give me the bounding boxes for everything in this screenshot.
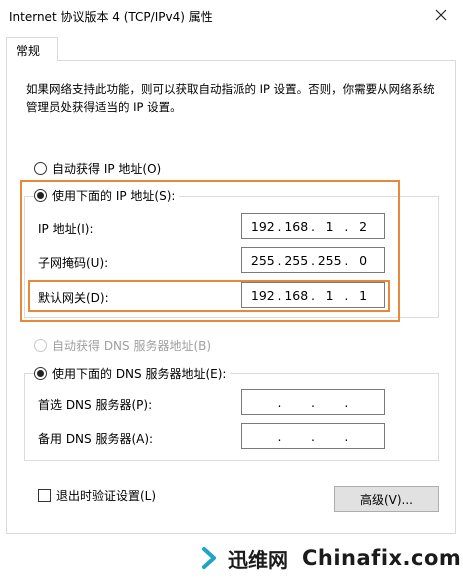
description-text: 如果网络支持此功能，则可以获取自动指派的 IP 设置。否则，你需要从网络系统管理… xyxy=(26,82,435,114)
watermark-en: Chinafix.com xyxy=(302,546,462,570)
preferred-dns-input[interactable]: . . . xyxy=(241,389,385,415)
preferred-dns-label: 首选 DNS 服务器(P): xyxy=(38,398,153,412)
manual-dns-radio[interactable]: 使用下面的 DNS 服务器地址(E): xyxy=(34,365,231,382)
tab-general[interactable]: 常规 xyxy=(6,37,58,61)
alternate-dns-input[interactable]: . . . xyxy=(241,423,385,449)
watermark-cn: 迅维网 xyxy=(228,547,288,572)
auto-ip-radio-circle[interactable] xyxy=(34,162,47,175)
close-icon xyxy=(435,9,447,21)
auto-dns-radio[interactable]: 自动获得 DNS 服务器地址(B) xyxy=(34,337,211,354)
auto-ip-radio[interactable]: 自动获得 IP 地址(O) xyxy=(34,160,161,177)
manual-dns-radio-circle[interactable] xyxy=(34,367,47,380)
auto-ip-label: 自动获得 IP 地址(O) xyxy=(52,162,162,176)
close-button[interactable] xyxy=(419,0,463,30)
advanced-button[interactable]: 高级(V)... xyxy=(334,486,439,512)
manual-dns-label: 使用下面的 DNS 服务器地址(E): xyxy=(52,367,227,381)
title-bar: Internet 协议版本 4 (TCP/IPv4) 属性 xyxy=(0,0,463,30)
window-title: Internet 协议版本 4 (TCP/IPv4) 属性 xyxy=(9,10,213,24)
gateway-highlight xyxy=(28,280,390,312)
chevron-right-icon xyxy=(202,547,216,569)
tab-strip: 常规 xyxy=(0,30,463,61)
validate-settings-checkbox[interactable]: 退出时验证设置(L) xyxy=(38,487,156,504)
alternate-dns-label: 备用 DNS 服务器(A): xyxy=(38,432,154,446)
watermark: 迅维网 Chinafix.com xyxy=(186,536,463,580)
validate-checkbox-label: 退出时验证设置(L) xyxy=(56,489,157,503)
auto-dns-radio-circle[interactable] xyxy=(34,339,47,352)
auto-dns-label: 自动获得 DNS 服务器地址(B) xyxy=(52,339,212,353)
validate-checkbox-box[interactable] xyxy=(38,489,51,502)
